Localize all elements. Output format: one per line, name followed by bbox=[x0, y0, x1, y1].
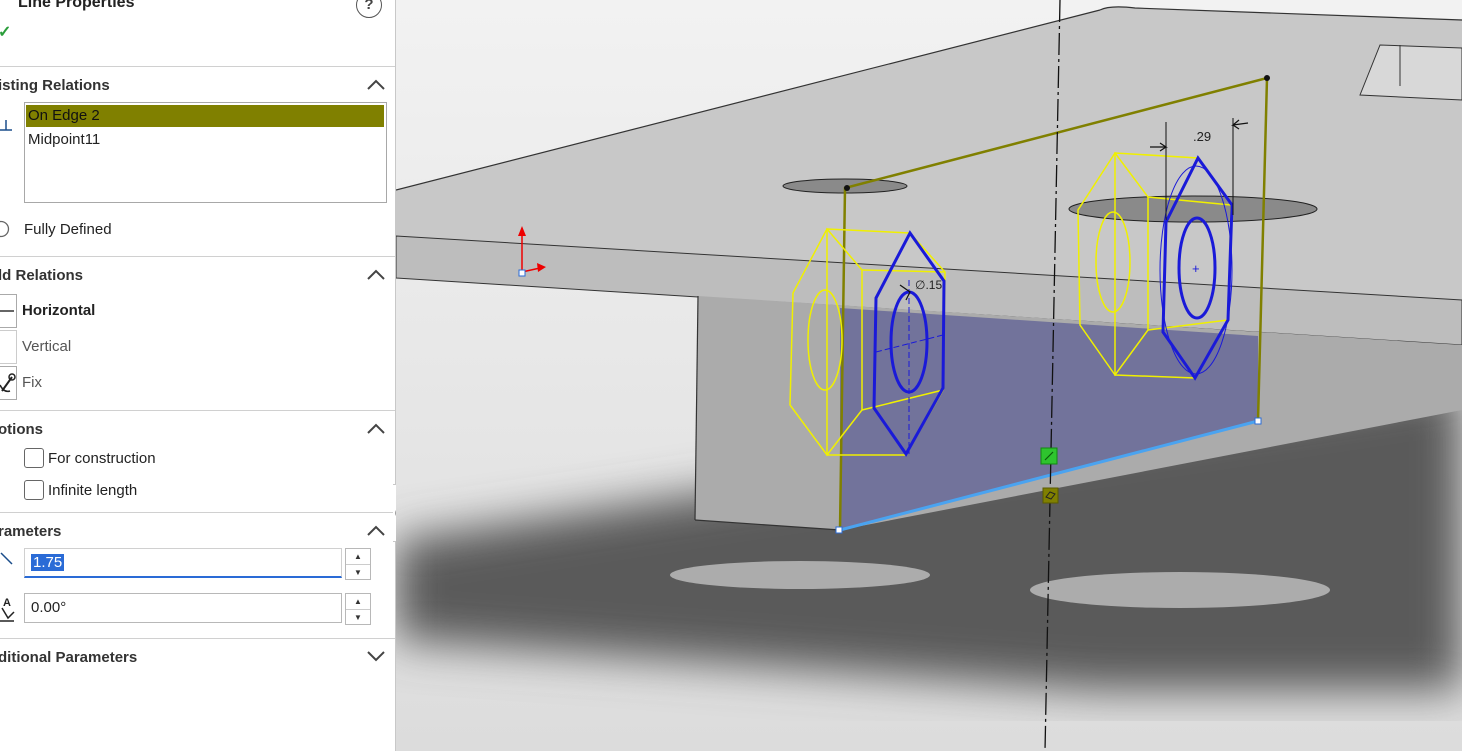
cad-model-view[interactable]: ∅.15 + .29 bbox=[396, 0, 1462, 751]
shadow-highlight bbox=[670, 561, 930, 589]
chevron-up-icon[interactable] bbox=[366, 267, 386, 281]
checkmark-icon: ✓ bbox=[0, 24, 11, 41]
chevron-up-icon[interactable] bbox=[366, 421, 386, 435]
angle-input[interactable]: 0.00° bbox=[24, 593, 342, 623]
ok-button[interactable]: ✓ bbox=[0, 22, 11, 42]
horizontal-label[interactable]: Horizontal bbox=[22, 302, 95, 319]
status-circle-icon bbox=[0, 220, 10, 238]
list-item-midpoint[interactable]: Midpoint11 bbox=[26, 129, 384, 151]
horizontal-relation-button[interactable] bbox=[0, 294, 17, 328]
vertical-label[interactable]: Vertical bbox=[22, 338, 71, 355]
on-edge-relation-icon[interactable] bbox=[1042, 487, 1059, 504]
sketch-point[interactable] bbox=[1264, 75, 1270, 81]
dimension-left[interactable]: ∅.15 bbox=[915, 278, 942, 292]
chevron-up-icon[interactable] bbox=[366, 523, 386, 537]
length-value: 1.75 bbox=[31, 554, 65, 571]
divider bbox=[0, 66, 395, 67]
existing-relations-header[interactable]: isting Relations bbox=[0, 77, 110, 94]
vertical-relation-button[interactable] bbox=[0, 330, 17, 364]
options-header[interactable]: otions bbox=[0, 421, 43, 438]
svg-text:A: A bbox=[3, 597, 11, 609]
fix-label[interactable]: Fix bbox=[22, 374, 42, 391]
definition-status: Fully Defined bbox=[24, 221, 112, 238]
chevron-up-icon[interactable] bbox=[366, 77, 386, 91]
length-spinner[interactable]: ▲ ▼ bbox=[345, 548, 371, 580]
help-icon: ? bbox=[364, 0, 374, 13]
spin-down-icon[interactable]: ▼ bbox=[346, 610, 370, 625]
spin-up-icon[interactable]: ▲ bbox=[346, 594, 370, 610]
length-input[interactable]: 1.75 bbox=[24, 548, 342, 578]
dimension-right[interactable]: .29 bbox=[1193, 129, 1211, 144]
parameters-header[interactable]: rameters bbox=[0, 523, 61, 540]
angle-value: 0.00° bbox=[31, 599, 67, 616]
center-mark: + bbox=[1192, 261, 1200, 276]
divider bbox=[0, 410, 395, 411]
infinite-length-checkbox[interactable] bbox=[24, 480, 44, 500]
list-item-on-edge[interactable]: On Edge 2 bbox=[26, 105, 384, 127]
angle-icon: A bbox=[0, 597, 15, 622]
shadow-highlight bbox=[1030, 572, 1330, 608]
help-button[interactable]: ? bbox=[356, 0, 382, 18]
property-manager-panel: Line Properties ? ✓ isting Relations On … bbox=[0, 0, 396, 751]
infinite-length-label[interactable]: Infinite length bbox=[48, 482, 137, 499]
anchor-icon bbox=[0, 373, 16, 393]
angle-spinner[interactable]: ▲ ▼ bbox=[345, 593, 371, 625]
existing-relations-list[interactable]: On Edge 2 Midpoint11 bbox=[24, 102, 387, 203]
divider bbox=[0, 512, 395, 513]
divider bbox=[0, 256, 395, 257]
additional-parameters-header[interactable]: ditional Parameters bbox=[0, 649, 137, 666]
for-construction-checkbox[interactable] bbox=[24, 448, 44, 468]
sketch-point[interactable] bbox=[844, 185, 850, 191]
origin-point[interactable] bbox=[518, 269, 526, 277]
add-relations-header[interactable]: ld Relations bbox=[0, 267, 83, 284]
divider bbox=[0, 638, 395, 639]
length-icon bbox=[0, 552, 13, 565]
panel-title: Line Properties bbox=[18, 0, 135, 11]
horizontal-icon bbox=[0, 310, 14, 312]
spin-up-icon[interactable]: ▲ bbox=[346, 549, 370, 565]
for-construction-label[interactable]: For construction bbox=[48, 450, 156, 467]
line-endpoint[interactable] bbox=[1254, 417, 1262, 425]
line-endpoint[interactable] bbox=[835, 526, 843, 534]
spin-down-icon[interactable]: ▼ bbox=[346, 565, 370, 580]
relations-icon bbox=[0, 120, 12, 131]
graphics-viewport[interactable]: ∅.15 + .29 bbox=[396, 0, 1462, 751]
chevron-down-icon[interactable] bbox=[366, 649, 386, 663]
fix-relation-button[interactable] bbox=[0, 366, 17, 400]
